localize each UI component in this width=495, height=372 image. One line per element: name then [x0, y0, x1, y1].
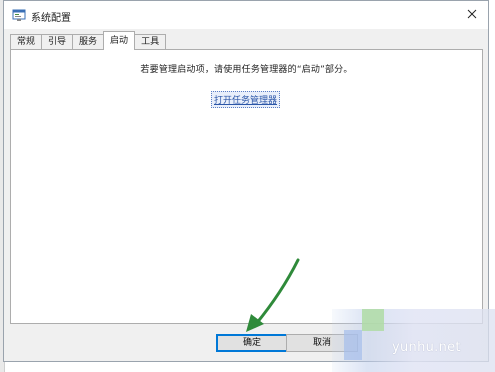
window-title: 系统配置 — [31, 13, 71, 24]
tab-services[interactable]: 服务 — [72, 34, 105, 50]
title-bar[interactable]: 系统配置 — [4, 1, 488, 29]
watermark-green-block — [362, 309, 384, 331]
tab-general[interactable]: 常规 — [10, 34, 43, 50]
watermark-text: yunhu.net — [392, 340, 461, 355]
close-icon — [467, 9, 477, 19]
tab-boot[interactable]: 引导 — [41, 34, 74, 50]
startup-message: 若要管理启动项，请使用任务管理器的“启动”部分。 — [140, 65, 353, 75]
tab-tools[interactable]: 工具 — [134, 34, 167, 50]
tab-startup[interactable]: 启动 — [103, 31, 136, 50]
open-task-manager-link[interactable]: 打开任务管理器 — [211, 91, 281, 108]
green-arrow-annotation — [246, 258, 300, 332]
ok-button[interactable]: 确定 — [216, 334, 288, 352]
watermark-blue-block — [344, 330, 362, 360]
system-config-icon — [12, 9, 26, 21]
close-button[interactable] — [462, 5, 482, 23]
tab-strip: 常规 引导 服务 启动 工具 — [10, 31, 167, 50]
